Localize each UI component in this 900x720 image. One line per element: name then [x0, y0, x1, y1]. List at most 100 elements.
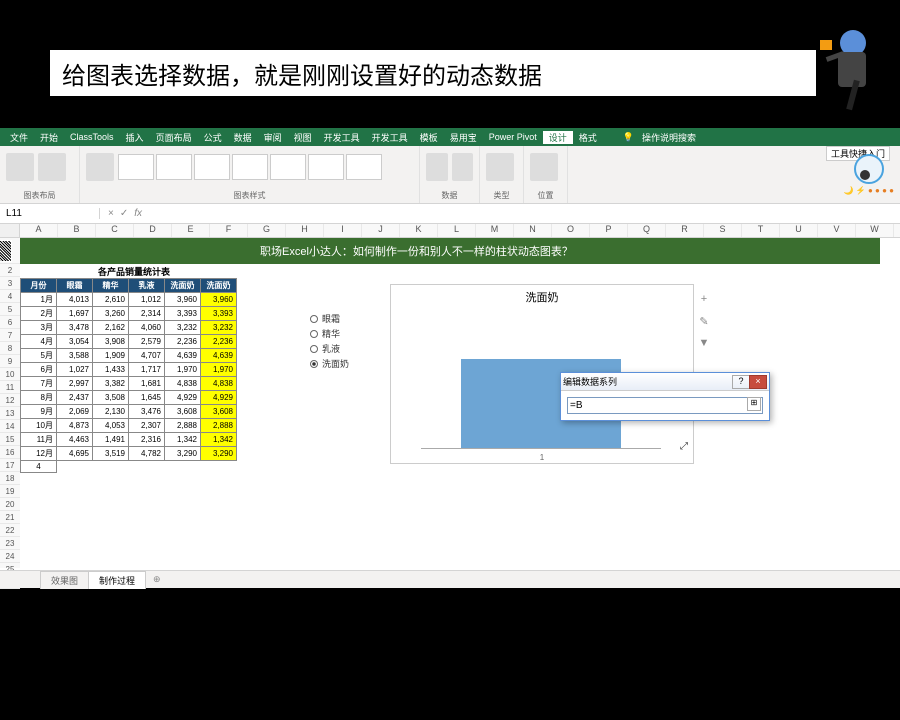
table-cell[interactable]: 4,639 [201, 349, 237, 363]
table-cell[interactable]: 4,053 [93, 419, 129, 433]
column-header[interactable]: O [552, 224, 590, 237]
table-cell[interactable]: 2,437 [57, 391, 93, 405]
table-cell[interactable]: 5月 [21, 349, 57, 363]
table-cell[interactable]: 3,608 [201, 405, 237, 419]
table-cell[interactable]: 3,908 [93, 335, 129, 349]
switch-row-col-icon[interactable] [426, 153, 448, 181]
table-row[interactable]: 2月1,6973,2602,3143,3933,393 [21, 307, 237, 321]
table-cell[interactable]: 4,013 [57, 293, 93, 307]
chart-styles-gallery[interactable] [118, 154, 382, 180]
column-header[interactable]: G [248, 224, 286, 237]
row-header[interactable]: 24 [0, 550, 20, 563]
table-cell[interactable]: 3,290 [201, 447, 237, 461]
ribbon-tab[interactable]: 开发工具 [318, 131, 366, 144]
table-cell[interactable]: 2,236 [201, 335, 237, 349]
table-cell[interactable]: 1,342 [165, 433, 201, 447]
table-cell[interactable]: 2,307 [129, 419, 165, 433]
row-header[interactable]: 15 [0, 433, 20, 446]
quick-layout-icon[interactable] [38, 153, 66, 181]
column-header[interactable]: U [780, 224, 818, 237]
add-sheet-button[interactable]: ⊕ [145, 572, 169, 587]
assistant-badge[interactable]: 🌙 ⚡ ● ● ● ● [844, 154, 894, 195]
table-cell[interactable]: 2,316 [129, 433, 165, 447]
change-chart-type-icon[interactable] [486, 153, 514, 181]
row-header[interactable]: 3 [0, 277, 20, 290]
edit-series-dialog[interactable]: 编辑数据系列 ? × ⊞ [560, 372, 770, 421]
column-header[interactable]: J [362, 224, 400, 237]
table-row[interactable]: 10月4,8734,0532,3072,8882,888 [21, 419, 237, 433]
column-header[interactable]: B [58, 224, 96, 237]
table-cell[interactable]: 3,232 [165, 321, 201, 335]
table-cell[interactable]: 2,610 [93, 293, 129, 307]
assistant-tools-icons[interactable]: 🌙 ⚡ ● ● ● ● [844, 186, 894, 195]
row-header[interactable]: 7 [0, 329, 20, 342]
column-header[interactable]: S [704, 224, 742, 237]
table-cell[interactable]: 3,960 [165, 293, 201, 307]
column-header[interactable]: P [590, 224, 628, 237]
table-row[interactable]: 1月4,0132,6101,0123,9603,960 [21, 293, 237, 307]
column-header[interactable]: F [210, 224, 248, 237]
column-header[interactable]: K [400, 224, 438, 237]
dialog-titlebar[interactable]: 编辑数据系列 ? × [561, 373, 769, 391]
table-cell[interactable]: 4,929 [165, 391, 201, 405]
column-header[interactable]: D [134, 224, 172, 237]
chart-styles-icon[interactable]: ✎ [697, 315, 711, 329]
table-cell[interactable]: 4,929 [201, 391, 237, 405]
table-cell[interactable]: 2,888 [165, 419, 201, 433]
table-cell[interactable]: 10月 [21, 419, 57, 433]
table-cell[interactable]: 9月 [21, 405, 57, 419]
table-cell[interactable]: 3,054 [57, 335, 93, 349]
ribbon-tab[interactable]: 插入 [120, 131, 150, 144]
data-table[interactable]: 月份眼霜精华乳液洗面奶洗面奶1月4,0132,6101,0123,9603,96… [20, 278, 237, 473]
table-cell[interactable]: 3月 [21, 321, 57, 335]
row-header[interactable]: 6 [0, 316, 20, 329]
table-header-cell[interactable]: 乳液 [129, 279, 165, 293]
row-header[interactable]: 16 [0, 446, 20, 459]
select-data-icon[interactable] [452, 153, 474, 181]
row-header[interactable]: 9 [0, 355, 20, 368]
table-row[interactable]: 5月3,5881,9094,7074,6394,639 [21, 349, 237, 363]
radio-option[interactable]: 乳液 [310, 342, 349, 355]
table-cell[interactable]: 3,290 [165, 447, 201, 461]
table-cell[interactable]: 1,012 [129, 293, 165, 307]
table-cell[interactable]: 4,463 [57, 433, 93, 447]
table-cell[interactable]: 4,782 [129, 447, 165, 461]
ribbon-tab[interactable]: 易用宝 [444, 131, 483, 144]
column-header[interactable]: L [438, 224, 476, 237]
table-cell[interactable]: 2,314 [129, 307, 165, 321]
select-all-corner[interactable] [0, 224, 20, 237]
table-cell[interactable]: 3,260 [93, 307, 129, 321]
ribbon-tab[interactable]: 审阅 [258, 131, 288, 144]
ribbon-tab[interactable]: 设计 [543, 131, 573, 144]
table-header-cell[interactable]: 月份 [21, 279, 57, 293]
table-cell[interactable]: 3,960 [201, 293, 237, 307]
table-cell[interactable]: 1,027 [57, 363, 93, 377]
table-cell[interactable]: 2,997 [57, 377, 93, 391]
table-cell[interactable]: 3,608 [165, 405, 201, 419]
column-header[interactable]: I [324, 224, 362, 237]
table-cell[interactable]: 1,645 [129, 391, 165, 405]
sheet-tab-2[interactable]: 制作过程 [88, 571, 146, 589]
series-formula-input[interactable] [567, 397, 763, 414]
fx-cancel-icon[interactable]: × [108, 208, 114, 219]
table-row[interactable]: 12月4,6953,5194,7823,2903,290 [21, 447, 237, 461]
table-cell[interactable]: 4,838 [165, 377, 201, 391]
table-cell[interactable]: 4,838 [201, 377, 237, 391]
row-header[interactable]: 2 [0, 264, 20, 277]
table-header-cell[interactable]: 洗面奶 [201, 279, 237, 293]
table-cell[interactable]: 3,476 [129, 405, 165, 419]
table-row[interactable]: 6月1,0271,4331,7171,9701,970 [21, 363, 237, 377]
ribbon-tab[interactable]: 模板 [414, 131, 444, 144]
worksheet-grid[interactable]: 1234567891011121314151617181920212223242… [0, 238, 900, 568]
table-cell[interactable]: 2月 [21, 307, 57, 321]
column-header[interactable]: C [96, 224, 134, 237]
ribbon-tab[interactable]: 开始 [34, 131, 64, 144]
table-cell[interactable]: 7月 [21, 377, 57, 391]
table-cell[interactable]: 3,478 [57, 321, 93, 335]
sheet-tab-1[interactable]: 效果图 [40, 571, 89, 589]
row-header[interactable]: 11 [0, 381, 20, 394]
table-cell[interactable]: 3,393 [201, 307, 237, 321]
cells-area[interactable]: 职场Excel小达人：如何制作一份和别人不一样的柱状动态图表？ 各产品销量统计表… [20, 238, 900, 568]
table-row[interactable]: 4月3,0543,9082,5792,2362,236 [21, 335, 237, 349]
row-header[interactable]: 4 [0, 290, 20, 303]
